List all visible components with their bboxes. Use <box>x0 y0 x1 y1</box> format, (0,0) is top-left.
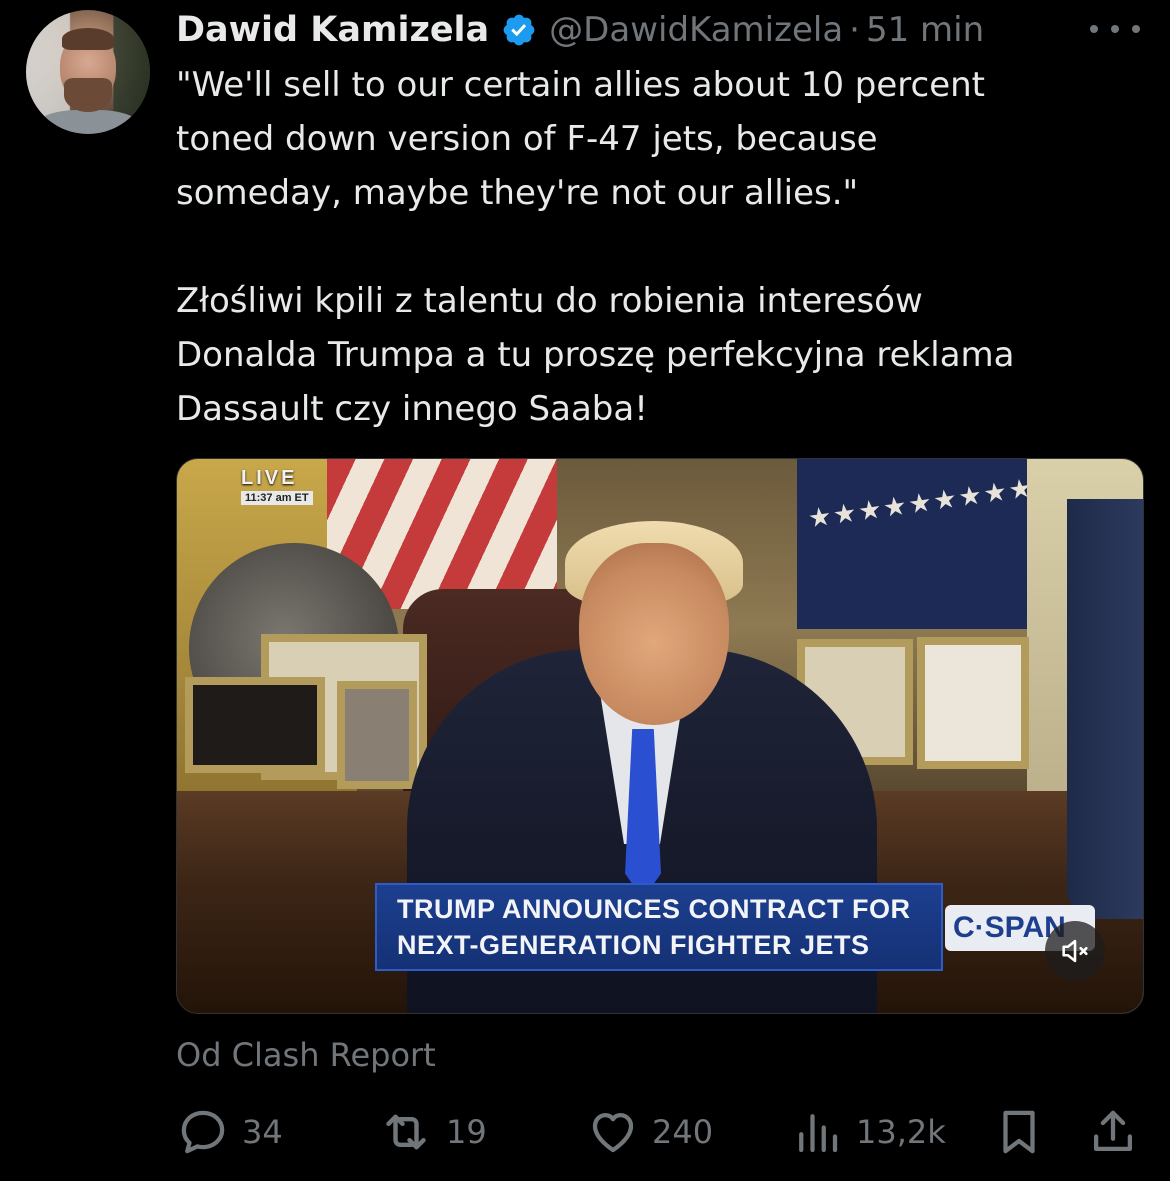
reply-icon <box>181 1110 225 1154</box>
avatar-beard <box>64 78 112 112</box>
avatar-shirt <box>36 110 140 134</box>
tweet-line: Dassault czy innego Saaba! <box>176 389 648 429</box>
more-dot <box>1132 25 1140 33</box>
chyron-line: NEXT-GENERATION FIGHTER JETS <box>397 930 870 960</box>
views-button[interactable]: 13,2k <box>790 1104 946 1160</box>
header-separator: · <box>849 10 860 50</box>
tweet-line: toned down version of F-47 jets, because <box>176 119 878 159</box>
live-time: 11:37 am ET <box>241 491 313 505</box>
action-bar: 34 19 240 13,2k <box>176 1104 1142 1160</box>
more-dot <box>1111 25 1119 33</box>
author-name[interactable]: Dawid Kamizela <box>176 10 489 50</box>
like-button[interactable]: 240 <box>586 1104 713 1160</box>
mute-toggle-button[interactable] <box>1045 921 1105 981</box>
video-person-arm <box>1067 499 1143 919</box>
avatar[interactable] <box>26 10 150 134</box>
video-source-attribution[interactable]: Od Clash Report <box>176 1036 436 1074</box>
news-chyron: TRUMP ANNOUNCES CONTRACT FOR NEXT-GENERA… <box>375 883 943 971</box>
video-photo-frame <box>185 677 325 773</box>
heart-icon <box>592 1112 634 1153</box>
analytics-icon <box>799 1114 838 1153</box>
video-photo-frame <box>337 681 417 789</box>
video-person-head <box>579 543 729 725</box>
reply-count: 34 <box>242 1113 283 1151</box>
tweet-line: "We'll sell to our certain allies about … <box>176 65 986 105</box>
tweet-header: Dawid Kamizela @DawidKamizela · 51 min <box>176 4 984 56</box>
video-player[interactable]: ★★★★★★★★★★ LIVE 11:37 am ET TRUMP ANNOUN… <box>176 458 1144 1014</box>
tweet-line: Donalda Trumpa a tu proszę perfekcyjna r… <box>176 335 1015 375</box>
repost-button[interactable]: 19 <box>378 1104 487 1160</box>
avatar-hair <box>62 28 114 50</box>
like-count: 240 <box>652 1113 714 1151</box>
tweet-timestamp[interactable]: 51 min <box>866 10 984 50</box>
more-dot <box>1090 25 1098 33</box>
live-label: LIVE <box>241 467 298 489</box>
bookmark-icon <box>1003 1110 1035 1154</box>
author-handle[interactable]: @DawidKamizela <box>549 10 843 50</box>
more-options-icon[interactable] <box>1090 14 1140 44</box>
speaker-muted-icon <box>1062 939 1088 963</box>
repost-count: 19 <box>446 1113 487 1151</box>
tweet-text: "We'll sell to our certain allies about … <box>176 58 1146 436</box>
share-icon <box>1093 1110 1133 1152</box>
reply-button[interactable]: 34 <box>176 1104 283 1160</box>
tweet-line: Złośliwi kpili z talentu do robienia int… <box>176 281 923 321</box>
views-count: 13,2k <box>856 1113 946 1151</box>
video-photo-frame <box>917 637 1029 769</box>
repost-icon <box>386 1114 426 1150</box>
verified-badge-icon <box>503 14 535 46</box>
tweet-line: someday, maybe they're not our allies." <box>176 173 859 213</box>
share-button[interactable] <box>1086 1104 1140 1160</box>
chyron-line: TRUMP ANNOUNCES CONTRACT FOR <box>397 894 911 924</box>
bookmark-button[interactable] <box>992 1104 1046 1160</box>
